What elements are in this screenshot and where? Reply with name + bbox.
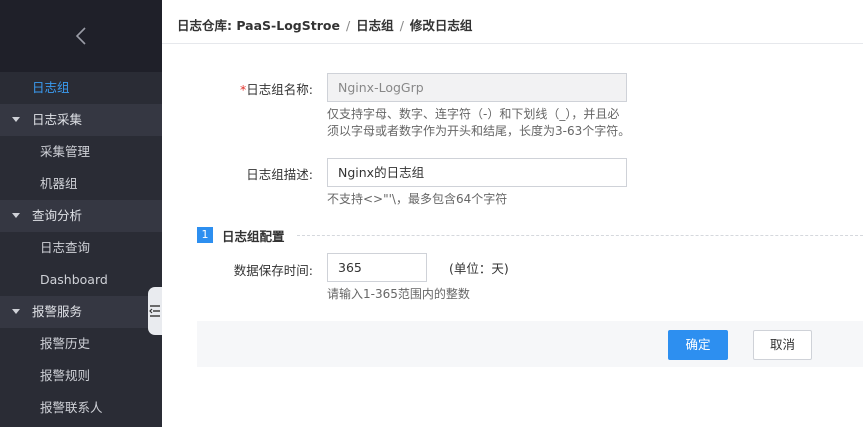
log-group-name-input[interactable]: Nginx-LogGrp (327, 73, 627, 102)
breadcrumb-root[interactable]: 日志仓库: PaaS-LogStroe (177, 18, 340, 33)
section-number-badge: 1 (197, 227, 213, 243)
log-group-desc-label: 日志组描述: (246, 167, 313, 182)
breadcrumb: 日志仓库: PaaS-LogStroe / 日志组 / 修改日志组 (177, 15, 472, 34)
sidebar-item-label: 报警规则 (40, 368, 91, 383)
breadcrumb-separator: / (399, 18, 404, 33)
retention-hint: 请输入1-365范围内的整数 (327, 287, 470, 301)
sidebar-item-label: 日志查询 (40, 240, 91, 255)
sidebar-item-label: 报警服务 (32, 304, 83, 319)
sidebar-item-label: 查询分析 (32, 208, 83, 223)
sidebar-collapse-toggle[interactable] (148, 287, 162, 335)
sidebar-item-alert-contacts[interactable]: 报警联系人 (0, 392, 162, 424)
sidebar-item-label: 机器组 (40, 176, 78, 191)
form-footer: 确定 取消 (197, 321, 863, 367)
breadcrumb-current: 修改日志组 (409, 18, 473, 33)
caret-down-icon (12, 213, 20, 218)
log-group-name-hint-line2: 须以字母或者数字作为开头和结尾，长度为3-63个字符。 (327, 124, 631, 138)
section-title: 日志组配置 (222, 229, 285, 244)
confirm-button[interactable]: 确定 (668, 330, 728, 360)
retention-label: 数据保存时间: (233, 263, 313, 278)
sidebar-group-log-collection[interactable]: 日志采集 (0, 104, 162, 136)
sidebar-item-label: 报警联系人 (40, 400, 103, 415)
section-divider (297, 235, 863, 236)
sidebar-header (0, 0, 162, 72)
main-content: 日志仓库: PaaS-LogStroe / 日志组 / 修改日志组 *日志组名称: Ng… (162, 0, 863, 427)
sidebar-item-label: 日志组 (32, 80, 70, 95)
sidebar-item-log-group[interactable]: 日志组 (0, 72, 162, 104)
chevron-left-icon[interactable] (74, 27, 90, 45)
cancel-button[interactable]: 取消 (753, 330, 812, 360)
caret-down-icon (12, 117, 20, 122)
log-group-name-hint-line1: 仅支持字母、数字、连字符（-）和下划线（_），并且必 (327, 107, 620, 121)
breadcrumb-separator: / (345, 18, 351, 33)
sidebar-item-label: Dashboard (40, 272, 108, 287)
sidebar-item-alert-rules[interactable]: 报警规则 (0, 360, 162, 392)
log-group-name-label: *日志组名称: (240, 82, 313, 97)
log-group-desc-hint: 不支持<>"'\，最多包含64个字符 (327, 192, 508, 206)
sidebar-item-log-query[interactable]: 日志查询 (0, 232, 162, 264)
breadcrumb-log-group[interactable]: 日志组 (356, 18, 394, 33)
sidebar-group-alert-service[interactable]: 报警服务 (0, 296, 162, 328)
sidebar-item-label: 报警历史 (40, 336, 91, 351)
sidebar-item-label: 采集管理 (40, 144, 91, 159)
sidebar-group-query-analysis[interactable]: 查询分析 (0, 200, 162, 232)
sidebar-item-alert-history[interactable]: 报警历史 (0, 328, 162, 360)
sidebar-item-machine-group[interactable]: 机器组 (0, 168, 162, 200)
sidebar-item-label: 日志采集 (32, 112, 83, 127)
header-divider (162, 43, 863, 44)
sidebar-item-dashboard[interactable]: Dashboard (0, 264, 162, 296)
caret-down-icon (12, 309, 20, 314)
sidebar: 日志组 日志采集 采集管理 机器组 查询分析 日志查询 Dashboard 报警… (0, 0, 162, 427)
retention-unit: (单位：天) (449, 261, 509, 276)
sidebar-item-collection-management[interactable]: 采集管理 (0, 136, 162, 168)
log-group-desc-input[interactable]: Nginx的日志组 (327, 158, 627, 187)
retention-input[interactable]: 365 (327, 253, 427, 282)
collapse-menu-icon (149, 305, 160, 317)
